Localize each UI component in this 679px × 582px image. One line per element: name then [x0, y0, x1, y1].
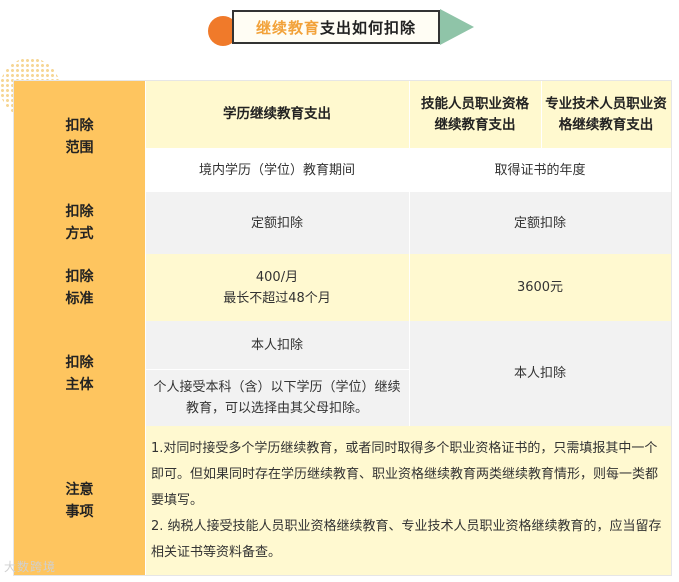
subject-academic-self: 本人扣除 — [145, 321, 409, 369]
row-label-standard: 扣除 标准 — [14, 254, 145, 321]
banner-title: 继续教育 支出如何扣除 — [232, 10, 440, 44]
grid-line — [541, 81, 542, 148]
row-label-method: 扣除 方式 — [14, 192, 145, 254]
row-label-scope: 扣除 范围 — [14, 81, 145, 192]
row-label-subject: 扣除 主体 — [14, 321, 145, 426]
row-label-notes: 注意 事项 — [14, 426, 145, 575]
standard-academic: 400/月 最长不超过48个月 — [145, 254, 409, 321]
green-arrow-decoration — [440, 9, 474, 45]
subject-academic-parents: 个人接受本科（含）以下学历（学位）继续教育，可以选择由其父母扣除。 — [145, 369, 409, 426]
watermark: 大数跨境 — [4, 560, 57, 574]
header-academic: 学历继续教育支出 — [145, 81, 409, 148]
method-certificate: 定额扣除 — [409, 192, 671, 254]
grid-line — [145, 81, 146, 575]
subject-certificate: 本人扣除 — [409, 321, 671, 426]
scope-certificate: 取得证书的年度 — [409, 148, 671, 192]
banner-title-highlight: 继续教育 — [255, 18, 320, 37]
standard-certificate: 3600元 — [409, 254, 671, 321]
banner-title-rest: 支出如何扣除 — [320, 18, 417, 37]
scope-academic: 境内学历（学位）教育期间 — [145, 148, 409, 192]
header-skill-cert: 技能人员职业资格继续教育支出 — [409, 81, 541, 148]
header-professional-cert: 专业技术人员职业资格继续教育支出 — [541, 81, 671, 148]
grid-line — [409, 81, 410, 426]
note-item-2: 2. 纳税人接受技能人员职业资格继续教育、专业技术人员职业资格继续教育的，应当留… — [151, 518, 662, 560]
deduction-table: 扣除 范围 学历继续教育支出 技能人员职业资格继续教育支出 专业技术人员职业资格… — [13, 80, 672, 576]
method-academic: 定额扣除 — [145, 192, 409, 254]
notes-content: 1.对同时接受多个学历继续教育，或者同时取得多个职业资格证书的，只需填报其中一个… — [145, 426, 671, 575]
note-item-1: 1.对同时接受多个学历继续教育，或者同时取得多个职业资格证书的，只需填报其中一个… — [151, 440, 659, 508]
grid-line — [145, 369, 409, 370]
title-banner: 继续教育 支出如何扣除 — [206, 6, 476, 48]
